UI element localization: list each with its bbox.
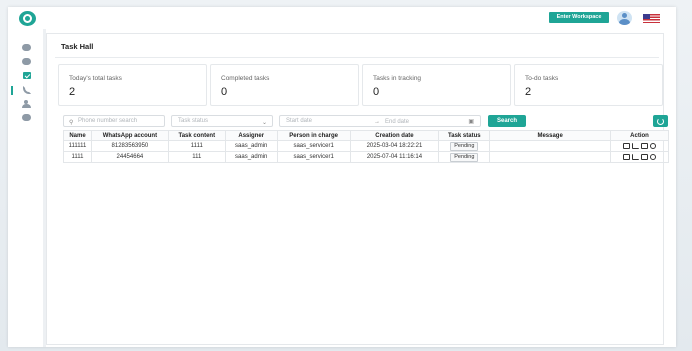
cell-message	[489, 140, 611, 152]
task-status-select[interactable]: Task status ⌄	[171, 115, 273, 127]
sidebar-item-users[interactable]	[21, 99, 32, 108]
status-badge: Pending	[450, 152, 479, 162]
cell-person: saas_servicer1	[276, 140, 351, 152]
cell-content: 1111	[167, 140, 226, 152]
share-icon[interactable]	[632, 143, 639, 149]
cell-name: 111111	[63, 140, 92, 152]
cell-person: saas_servicer1	[276, 151, 351, 163]
table-row: 111111 81283563950 1111 saas_admin saas_…	[63, 140, 669, 152]
active-indicator	[11, 86, 13, 95]
sidebar-item-more[interactable]	[21, 113, 32, 122]
stat-label: To-do tasks	[525, 75, 559, 82]
stat-label: Today's total tasks	[69, 75, 122, 82]
refresh-button[interactable]	[653, 115, 668, 127]
enter-workspace-button[interactable]: Enter Workspace	[549, 12, 609, 23]
column-header[interactable]: Action	[610, 130, 669, 141]
sidebar-item-calls[interactable]	[21, 85, 32, 94]
more-icon	[22, 114, 31, 121]
users-icon	[22, 99, 31, 108]
start-date-placeholder: Start date	[286, 118, 313, 124]
column-header[interactable]: WhatsApp account	[90, 130, 169, 141]
cell-assigner: saas_admin	[224, 140, 278, 152]
column-header[interactable]: Task status	[438, 130, 491, 141]
cell-created: 2025-07-04 11:16:14	[349, 151, 440, 163]
task-table: Name WhatsApp account Task content Assig…	[63, 130, 669, 163]
sidebar-item-messages[interactable]	[21, 57, 32, 66]
date-range-picker[interactable]: Start date → End date ▣	[279, 115, 481, 127]
task-icon	[22, 72, 31, 79]
column-header[interactable]: Message	[489, 130, 611, 141]
search-icon: ⚲	[69, 120, 74, 126]
phone-search-placeholder: Phone number search	[78, 118, 138, 124]
stat-value: 2	[525, 86, 532, 98]
sidebar	[8, 29, 43, 347]
share-icon[interactable]	[632, 154, 639, 160]
task-hall-panel: Task Hall Today's total tasks 2 Complete…	[46, 33, 669, 345]
column-header[interactable]: Assigner	[224, 130, 278, 141]
cell-status: Pending	[438, 151, 491, 163]
cell-status: Pending	[438, 140, 491, 152]
cell-account: 24454664	[90, 151, 169, 163]
user-avatar-icon[interactable]	[617, 11, 632, 25]
stat-card-completed: Completed tasks 0	[210, 64, 359, 106]
cell-assigner: saas_admin	[224, 151, 278, 163]
cell-message	[489, 151, 611, 163]
message-icon[interactable]	[623, 154, 630, 160]
refresh-icon	[657, 117, 664, 125]
cell-content: 111	[167, 151, 226, 163]
range-separator: →	[374, 119, 380, 125]
stat-value: 0	[221, 86, 228, 98]
sidebar-item-tasks[interactable]	[21, 71, 32, 80]
stat-label: Completed tasks	[221, 75, 270, 82]
message-icon	[22, 58, 31, 65]
stat-card-total: Today's total tasks 2	[58, 64, 207, 106]
stat-label: Tasks in tracking	[373, 75, 422, 82]
edit-icon[interactable]	[641, 154, 648, 160]
phone-search-input[interactable]: ⚲ Phone number search	[63, 115, 165, 127]
stat-value: 2	[69, 86, 76, 98]
stat-card-tracking: Tasks in tracking 0	[362, 64, 511, 106]
cell-name: 1111	[63, 151, 92, 163]
chevron-down-icon: ⌄	[261, 120, 267, 126]
sidebar-item-chat[interactable]	[21, 43, 32, 52]
stat-value: 0	[373, 86, 380, 98]
task-status-placeholder: Task status	[178, 118, 209, 124]
cell-actions	[610, 140, 669, 152]
status-badge: Pending	[450, 141, 479, 151]
page-title: Task Hall	[61, 42, 94, 51]
chat-bubble-icon	[22, 44, 31, 51]
column-header[interactable]: Creation date	[349, 130, 440, 141]
disable-icon[interactable]	[650, 154, 656, 160]
title-divider	[55, 57, 659, 58]
column-header[interactable]: Name	[63, 130, 92, 141]
app-window: Enter Workspace Task Hall Today's total …	[8, 7, 676, 347]
disable-icon[interactable]	[650, 143, 656, 149]
column-header[interactable]: Person in charge	[276, 130, 351, 141]
calendar-icon: ▣	[468, 119, 474, 125]
app-logo-icon[interactable]	[19, 11, 36, 26]
cell-created: 2025-03-04 18:22:21	[349, 140, 440, 152]
search-button[interactable]: Search	[488, 115, 526, 127]
cell-account: 81283563950	[90, 140, 169, 152]
stat-card-todo: To-do tasks 2	[514, 64, 663, 106]
table-row: 1111 24454664 111 saas_admin saas_servic…	[63, 151, 669, 163]
top-bar: Enter Workspace	[8, 7, 676, 29]
phone-icon	[22, 85, 31, 94]
end-date-placeholder: End date	[385, 119, 410, 125]
us-flag-icon[interactable]	[643, 14, 660, 23]
message-icon[interactable]	[623, 143, 630, 149]
column-header[interactable]: Task content	[167, 130, 226, 141]
table-header-row: Name WhatsApp account Task content Assig…	[63, 130, 669, 141]
edit-icon[interactable]	[641, 143, 648, 149]
cell-actions	[610, 151, 669, 163]
